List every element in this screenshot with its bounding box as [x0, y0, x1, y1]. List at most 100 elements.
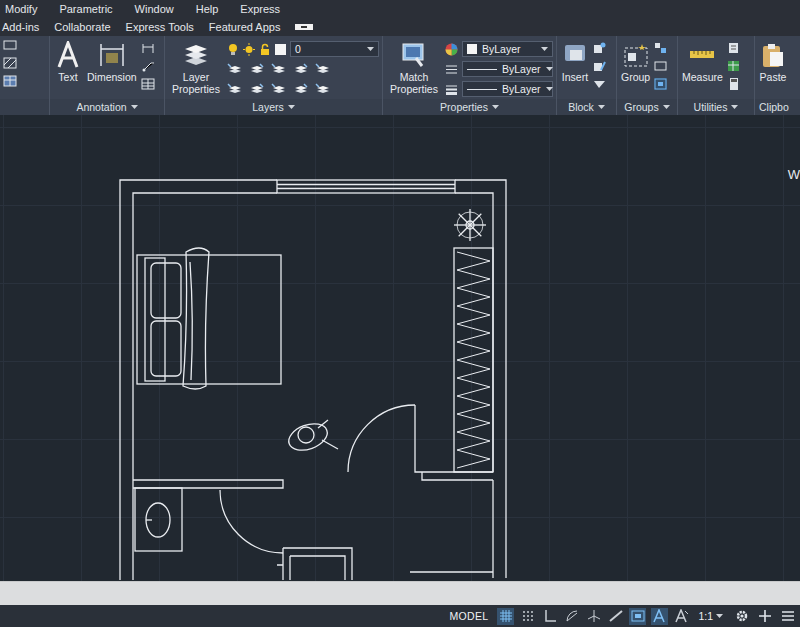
leader-icon[interactable]	[141, 60, 155, 72]
drawing-canvas[interactable]: W	[0, 115, 800, 581]
panel-title[interactable]: Layers	[165, 99, 382, 115]
panel-title[interactable]: Utilities	[678, 99, 754, 115]
autoscale-toggle[interactable]	[673, 608, 690, 625]
panel-title[interactable]: Block	[557, 99, 616, 115]
gear-icon[interactable]	[735, 609, 749, 623]
viewcube-label[interactable]: W	[788, 167, 800, 182]
menu-item[interactable]: Help	[196, 3, 219, 15]
color-wheel-icon[interactable]	[445, 43, 458, 56]
table-icon[interactable]	[3, 75, 17, 87]
menu-item[interactable]: Modify	[5, 3, 37, 15]
layer-tool-icon[interactable]	[315, 63, 331, 75]
menu-icon[interactable]	[781, 609, 795, 623]
isodraft-toggle[interactable]	[585, 608, 602, 625]
caret-icon	[731, 105, 738, 110]
selection-toggle[interactable]	[629, 608, 646, 625]
annovisibility-toggle[interactable]	[651, 608, 668, 625]
properties-panel: Match Properties ByLayer ByLayer ByLayer Pro…	[383, 36, 557, 115]
menu-item[interactable]: Parametric	[59, 3, 112, 15]
create-block-icon[interactable]	[593, 42, 606, 54]
line-sample	[467, 89, 497, 90]
menu-bar: Modify Parametric Window Help Express	[0, 0, 800, 17]
ungroup-icon[interactable]	[654, 42, 667, 54]
caret-icon	[716, 614, 723, 619]
isodraft-icon	[587, 609, 601, 623]
quick-select-icon[interactable]	[727, 42, 740, 54]
hatch-icon[interactable]	[3, 57, 17, 69]
layer-tool-icon[interactable]	[227, 63, 243, 75]
attribute-icon[interactable]	[593, 78, 606, 90]
layer-tool-icon[interactable]	[227, 83, 243, 95]
linetype-icon[interactable]	[445, 63, 458, 76]
ribbon: TextDimension AnnotationLayer Properties 0…	[0, 36, 800, 115]
layer-tool-icon[interactable]	[293, 83, 309, 95]
command-line[interactable]	[0, 581, 800, 605]
bulb-icon[interactable]	[227, 43, 239, 56]
color-dropdown[interactable]: ByLayer	[462, 41, 553, 57]
layer-dropdown[interactable]: 0	[290, 41, 379, 57]
menu-item[interactable]: Express	[240, 3, 280, 15]
panel-title[interactable]: Properties	[383, 99, 556, 115]
lineweight-icon[interactable]	[445, 83, 458, 96]
layer-tool-icon[interactable]	[271, 83, 287, 95]
layer-tool-icon[interactable]	[293, 63, 309, 75]
group-button[interactable]: Group	[620, 39, 651, 83]
door	[348, 405, 415, 472]
ribbon-tab[interactable]: Collaborate	[54, 21, 110, 33]
ribbon-tab[interactable]: Add-ins	[2, 21, 39, 33]
rectangle-icon[interactable]	[3, 39, 17, 51]
layer-tool-icon[interactable]	[271, 63, 287, 75]
layer-stack-icon	[182, 41, 210, 69]
block-panel: Insert Block	[557, 36, 617, 115]
window	[277, 180, 455, 193]
group-selection-icon[interactable]	[654, 78, 667, 90]
match-properties-icon	[400, 41, 428, 69]
layer-tool-icon[interactable]	[315, 83, 331, 95]
lineweight-dropdown[interactable]: ByLayer	[462, 81, 553, 97]
menu-item[interactable]: Window	[135, 3, 174, 15]
ribbon-tab[interactable]: Featured Apps	[209, 21, 281, 33]
paste-button[interactable]: Paste	[758, 39, 788, 83]
linear-dimension-icon[interactable]	[141, 42, 155, 54]
edit-block-icon[interactable]	[593, 60, 606, 72]
plus-icon[interactable]	[758, 609, 772, 623]
lock-icon[interactable]	[259, 43, 271, 56]
ortho-toggle[interactable]	[541, 608, 558, 625]
caret-icon	[131, 105, 138, 110]
insert-button[interactable]: Insert	[560, 39, 590, 83]
annotation-panel: TextDimension Annotation	[50, 36, 165, 115]
layer-tool-icon[interactable]	[249, 83, 265, 95]
panel-title[interactable]: Groups	[617, 99, 677, 115]
panel-title[interactable]: Annotation	[50, 99, 164, 115]
walls	[120, 180, 506, 580]
utilities-panel: Measure Utilities	[678, 36, 755, 115]
calculator-icon[interactable]	[727, 78, 740, 90]
spreadsheet-icon[interactable]	[727, 60, 740, 72]
layer-tool-icon[interactable]	[249, 63, 265, 75]
linetype-dropdown[interactable]: ByLayer	[462, 61, 553, 77]
model-tab[interactable]: MODEL	[446, 610, 493, 622]
layer-properties-button[interactable]: Layer Properties	[168, 39, 224, 95]
polar-toggle[interactable]	[563, 608, 580, 625]
grid-toggle[interactable]	[497, 608, 514, 625]
clipboard-panel: Paste Clipbo	[755, 36, 800, 115]
line-sample	[467, 69, 497, 70]
group-edit-icon[interactable]	[654, 60, 667, 72]
sun-icon[interactable]	[243, 43, 255, 56]
caret-icon	[546, 87, 553, 92]
measure-button[interactable]: Measure	[681, 39, 724, 83]
selection-cycling-icon	[631, 609, 645, 623]
snap-toggle[interactable]	[519, 608, 536, 625]
table-icon[interactable]	[141, 78, 155, 90]
dimension-button[interactable]: Dimension	[86, 39, 138, 83]
panel-title[interactable]: Clipbo	[755, 99, 800, 115]
annotation-scale[interactable]: 1:1	[695, 610, 726, 622]
ribbon-tab[interactable]: Express Tools	[126, 21, 194, 33]
text-button[interactable]: Text	[53, 39, 83, 83]
workspace-icon[interactable]	[295, 23, 313, 31]
text-icon	[54, 41, 82, 69]
lineweight-toggle[interactable]	[607, 608, 624, 625]
ortho-icon	[543, 609, 557, 623]
match-properties-button[interactable]: Match Properties	[386, 39, 442, 95]
caret-icon	[367, 47, 374, 52]
